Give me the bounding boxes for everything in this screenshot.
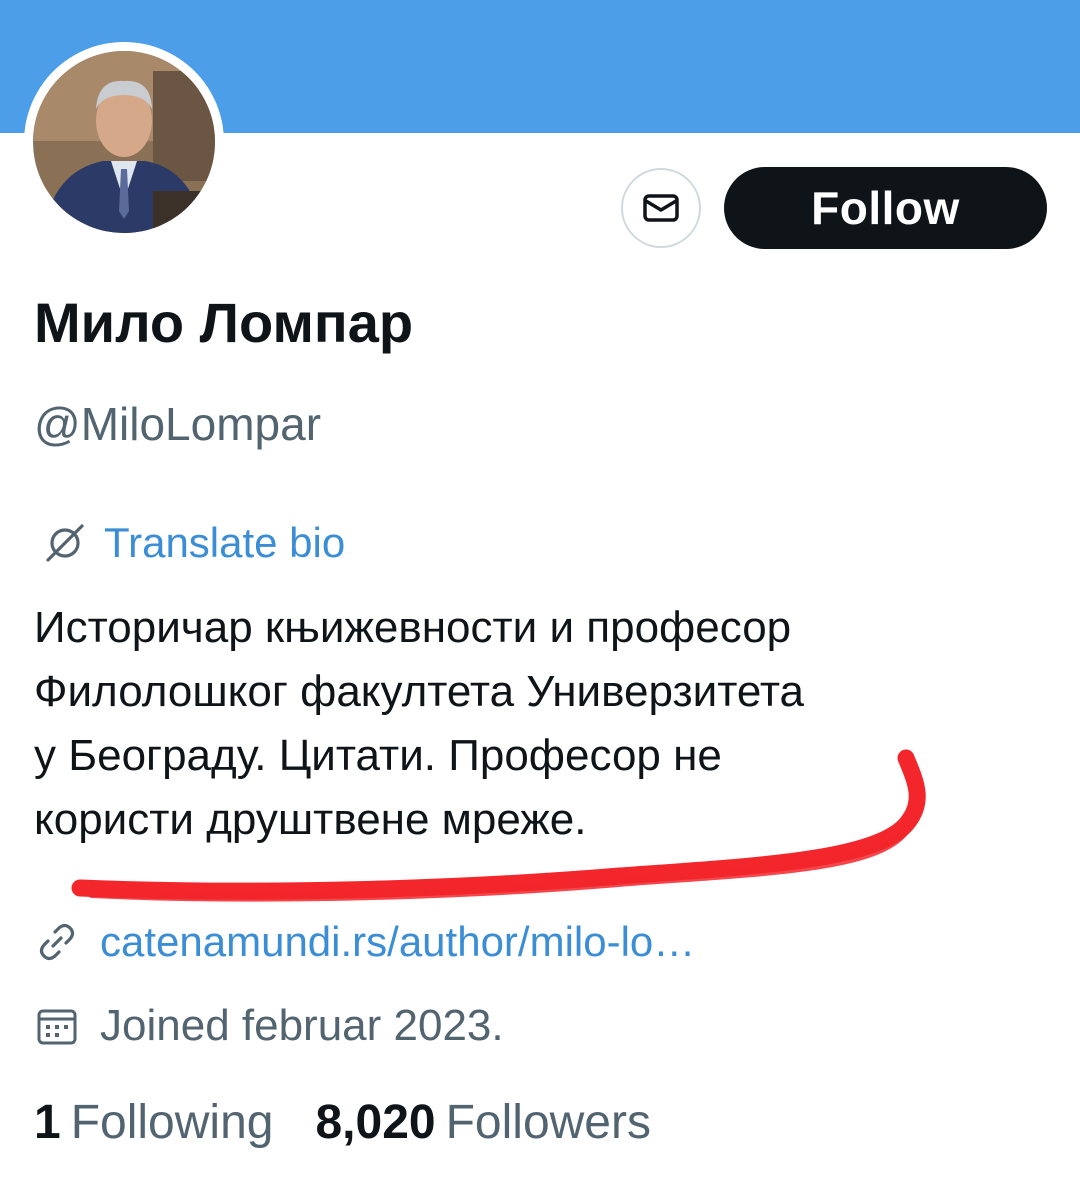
user-handle: @MiloLompar: [34, 398, 322, 450]
profile-bio: Историчар књижевности и професор Филолош…: [34, 596, 1034, 852]
display-name: Мило Ломпар: [34, 291, 414, 354]
joined-row: Joined februar 2023.: [34, 996, 504, 1056]
website-link[interactable]: catenamundi.rs/author/milo-lo…: [100, 918, 695, 966]
message-button[interactable]: [621, 168, 701, 248]
envelope-icon: [643, 194, 679, 222]
bio-line: Филолошког факултета Универзитета: [34, 667, 804, 716]
translate-bio-label[interactable]: Translate bio: [104, 519, 345, 567]
website-row[interactable]: catenamundi.rs/author/milo-lo…: [34, 912, 695, 972]
translate-icon: [46, 524, 84, 562]
following-count[interactable]: 1: [34, 1095, 61, 1150]
avatar[interactable]: [33, 51, 215, 233]
following-label[interactable]: Following: [71, 1095, 274, 1150]
bio-line: у Београду. Цитати. Професор не: [34, 731, 722, 780]
joined-date: Joined februar 2023.: [100, 1001, 504, 1050]
follow-stats: 1 Following 8,020 Followers: [34, 1092, 693, 1152]
followers-stat[interactable]: 8,020 Followers: [315, 1095, 651, 1150]
bio-line: Историчар књижевности и професор: [34, 603, 792, 652]
follow-button[interactable]: Follow: [724, 167, 1047, 249]
avatar-frame[interactable]: [24, 42, 224, 242]
followers-label[interactable]: Followers: [446, 1095, 651, 1150]
translate-bio-link[interactable]: Translate bio: [40, 515, 345, 571]
link-icon: [39, 923, 75, 961]
following-stat[interactable]: 1 Following: [34, 1095, 273, 1150]
bio-line: користи друштвене мреже.: [34, 795, 587, 844]
followers-count[interactable]: 8,020: [315, 1095, 435, 1150]
calendar-icon: [37, 1009, 77, 1045]
